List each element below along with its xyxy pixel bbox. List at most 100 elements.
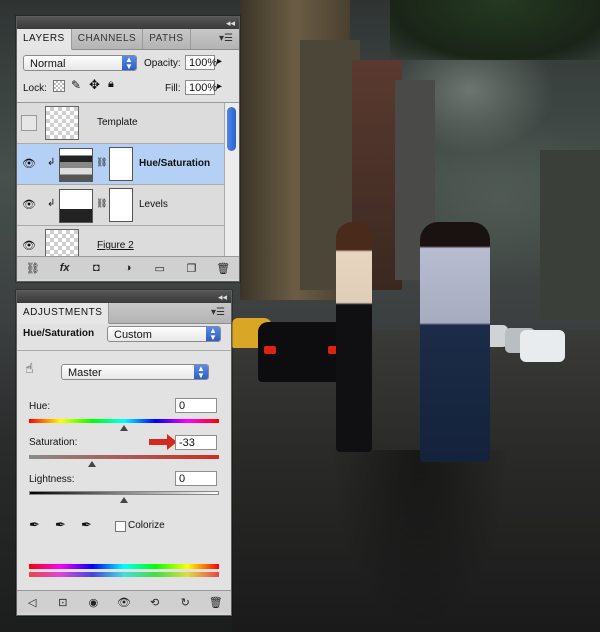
layer-name[interactable]: Figure 2 [97, 240, 134, 251]
layer-row-template[interactable]: Template [17, 103, 225, 144]
lightness-label: Lightness: [29, 474, 75, 485]
link-layers-icon[interactable]: ⛓︎ [17, 262, 49, 275]
lock-transparent-icon[interactable] [53, 80, 65, 92]
fill-arrow-icon[interactable]: ▸ [217, 81, 222, 92]
reset-icon[interactable]: ↻ [170, 596, 201, 609]
adjustment-thumbnail [59, 148, 93, 182]
saturation-slider-track[interactable] [29, 455, 219, 459]
layer-mask-thumbnail[interactable] [109, 188, 133, 222]
layer-name[interactable]: Hue/Saturation [139, 158, 210, 169]
collapse-icon[interactable]: ◂◂ [218, 291, 227, 303]
layer-row-hue-saturation[interactable]: 👁︎ ↲ ⛓︎ Hue/Saturation [17, 144, 225, 185]
panel-menu-icon[interactable]: ▾☰ [219, 33, 233, 44]
hue-slider-track[interactable] [29, 419, 219, 423]
layer-mask-thumbnail[interactable] [109, 147, 133, 181]
lock-brush-icon[interactable]: ✎ [71, 78, 81, 92]
fill-field[interactable]: 100% [185, 80, 217, 95]
layer-name[interactable]: Template [97, 117, 138, 128]
lock-all-icon[interactable]: 🔒︎ [108, 78, 114, 91]
eye-icon[interactable]: 👁︎ [109, 596, 140, 609]
saturation-label: Saturation: [29, 437, 78, 448]
output-spectrum-bar [29, 572, 219, 577]
layer-name[interactable]: Levels [139, 199, 168, 210]
layers-tabbar: LAYERS CHANNELS PATHS ▾☰ [17, 29, 239, 50]
preset-select[interactable]: Custom ▲ ▼ [107, 326, 221, 342]
eye-icon[interactable]: 👁︎ [21, 197, 37, 213]
expand-view-icon[interactable]: ⊡ [48, 596, 79, 609]
background-trees [390, 0, 600, 60]
add-mask-icon[interactable]: ◘ [80, 262, 112, 274]
adjustment-title: Hue/Saturation [23, 328, 95, 339]
lock-label: Lock: [23, 83, 47, 94]
adjustments-panel: ◂◂ ADJUSTMENTS ▾☰ Hue/Saturation Custom … [16, 290, 232, 616]
trash-icon[interactable]: 🗑︎ [207, 262, 239, 275]
link-icon[interactable]: ⛓︎ [96, 157, 107, 168]
lock-move-icon[interactable]: ✥ [89, 77, 100, 93]
opacity-label: Opacity: [144, 58, 181, 69]
lightness-slider-track[interactable] [29, 491, 219, 495]
eyedropper-plus-icon[interactable]: ✒︎ [55, 517, 66, 533]
layer-thumbnail [45, 106, 79, 140]
hue-slider-knob[interactable] [120, 425, 128, 431]
lightness-field[interactable]: 0 [175, 471, 217, 486]
tab-channels[interactable]: CHANNELS [72, 29, 144, 49]
tab-adjustments[interactable]: ADJUSTMENTS [17, 303, 110, 324]
saturation-field[interactable]: -33 [175, 435, 217, 450]
chevron-updown-icon: ▲ ▼ [206, 327, 220, 342]
clip-to-layer-icon[interactable]: ◉ [78, 596, 109, 609]
adjustments-tabbar: ADJUSTMENTS ▾☰ [17, 303, 231, 324]
preset-value: Custom [114, 329, 152, 341]
hue-label: Hue: [29, 401, 51, 412]
chevron-updown-icon: ▲ ▼ [122, 56, 136, 71]
eyedropper-minus-icon[interactable]: ✒︎ [81, 517, 92, 533]
background-building-right [540, 150, 600, 320]
levels-thumbnail [59, 189, 93, 223]
colorize-label[interactable]: Colorize [128, 520, 165, 531]
opacity-arrow-icon[interactable]: ▸ [217, 56, 222, 67]
adjustments-panel-titlebar[interactable]: ◂◂ [17, 291, 231, 303]
lightness-slider-knob[interactable] [120, 497, 128, 503]
eye-icon[interactable]: 👁︎ [21, 238, 37, 254]
layer-row-levels[interactable]: 👁︎ ↲ ⛓︎ Levels [17, 185, 225, 226]
layer-thumbnail [45, 229, 79, 258]
blend-mode-select[interactable]: Normal ▲ ▼ [23, 55, 137, 71]
tab-layers[interactable]: LAYERS [17, 29, 72, 50]
layer-row-figure-2[interactable]: 👁︎ Figure 2 [17, 226, 225, 258]
blend-mode-value: Normal [30, 58, 66, 70]
view-previous-icon[interactable]: ⟲ [139, 596, 170, 609]
fill-label: Fill: [165, 83, 181, 94]
divider [17, 350, 231, 351]
visibility-toggle-empty[interactable] [21, 115, 37, 131]
chevron-updown-icon: ▲ ▼ [194, 365, 208, 380]
channel-value: Master [68, 367, 102, 379]
trash-icon[interactable]: 🗑︎ [200, 596, 231, 609]
link-icon[interactable]: ⛓︎ [96, 198, 107, 209]
background-woman-figure [336, 222, 372, 452]
new-adjustment-icon[interactable]: ◑ [112, 262, 144, 274]
adjustments-panel-body: Hue/Saturation Custom ▲ ▼ ☝︎ Master ▲ ▼ Hu… [17, 324, 231, 613]
background-figure-shadows [330, 450, 510, 630]
eyedropper-icon[interactable]: ✒︎ [29, 517, 40, 533]
back-arrow-icon[interactable]: ◁ [17, 596, 48, 609]
fx-icon[interactable]: fx [49, 262, 81, 274]
collapse-icon[interactable]: ◂◂ [226, 17, 235, 29]
eye-icon[interactable]: 👁︎ [21, 156, 37, 172]
colorize-checkbox[interactable] [115, 521, 126, 532]
channel-select[interactable]: Master ▲ ▼ [61, 364, 209, 380]
new-layer-icon[interactable]: ❐ [176, 262, 208, 275]
opacity-field[interactable]: 100% [185, 55, 217, 70]
layer-list-scrollbar[interactable] [224, 103, 239, 258]
hue-field[interactable]: 0 [175, 398, 217, 413]
background-car-3 [520, 330, 565, 362]
targeted-adjustment-hand-icon[interactable]: ☝︎ [25, 360, 34, 377]
layers-footer: ⛓︎ fx ◘ ◑ ▭ ❐ 🗑︎ [17, 256, 239, 279]
new-group-folder-icon[interactable]: ▭ [144, 262, 176, 275]
saturation-slider-knob[interactable] [88, 461, 96, 467]
layers-panel-body: Normal ▲ ▼ Opacity: 100% ▸ Lock: ✎ ✥ 🔒︎ F… [17, 50, 239, 279]
layers-panel: ◂◂ LAYERS CHANNELS PATHS ▾☰ Normal ▲ ▼ Op… [16, 16, 240, 282]
layers-panel-titlebar[interactable]: ◂◂ [17, 17, 239, 29]
scrollbar-thumb[interactable] [227, 107, 236, 151]
input-spectrum-bar [29, 564, 219, 569]
panel-menu-icon[interactable]: ▾☰ [211, 307, 225, 318]
tab-paths[interactable]: PATHS [143, 29, 191, 49]
